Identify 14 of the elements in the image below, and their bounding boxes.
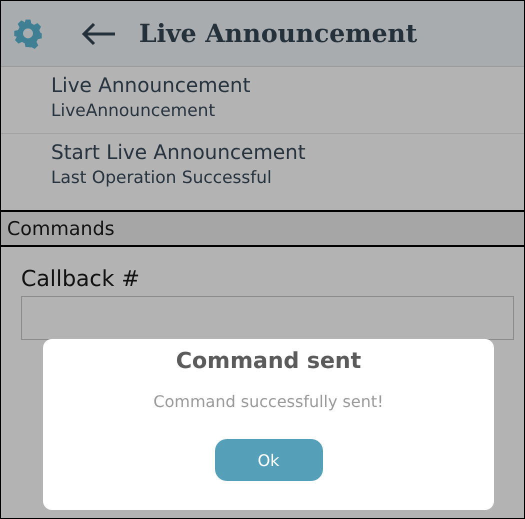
dialog-message: Command successfully sent! — [153, 392, 384, 411]
item-subtitle: Last Operation Successful — [51, 168, 273, 188]
list-item[interactable]: Start Live Announcement Last Operation Successful — [1, 134, 524, 210]
field-label: Callback # — [21, 267, 141, 292]
item-title: Live Announcement — [51, 73, 252, 97]
list-item[interactable]: Live Announcement LiveAnnouncement — [1, 67, 524, 134]
section-title: Commands — [7, 218, 115, 240]
input-field[interactable] — [21, 296, 514, 340]
item-title: Start Live Announcement — [51, 140, 307, 164]
back-arrow-icon[interactable] — [81, 22, 117, 46]
settings-icon[interactable] — [13, 18, 43, 48]
item-subtitle: LiveAnnouncement — [51, 101, 216, 121]
page-title: Live Announcement — [139, 19, 418, 48]
dialog-title: Command sent — [176, 349, 362, 374]
